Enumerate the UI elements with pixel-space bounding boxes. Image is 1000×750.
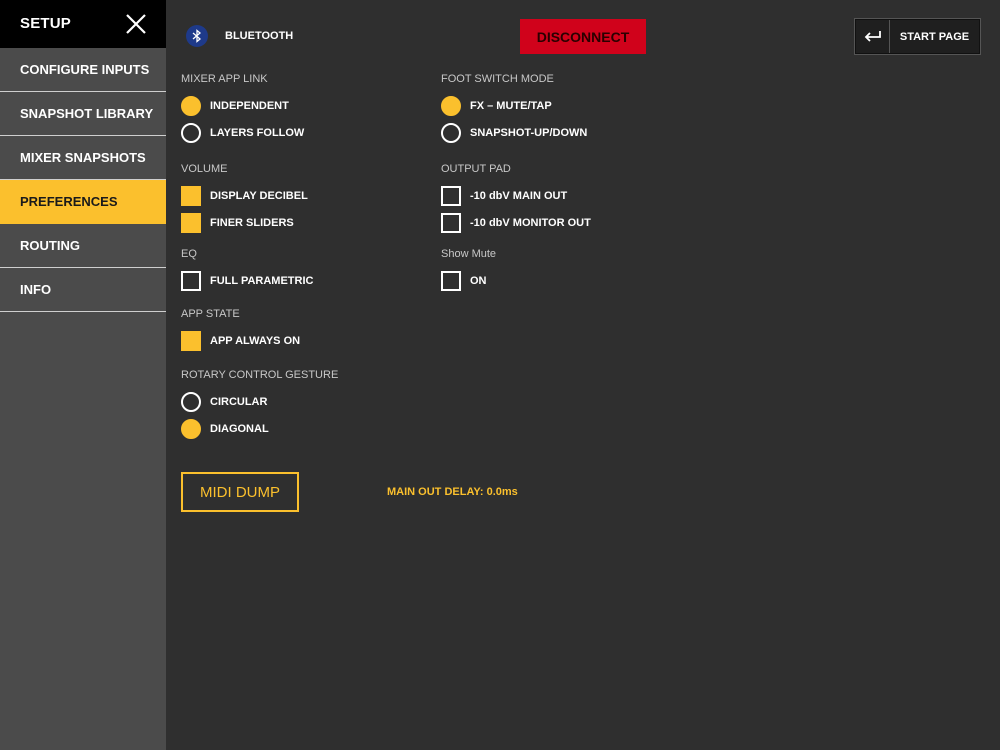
checkbox-main-out-pad[interactable]: -10 dbV MAIN OUT — [441, 186, 567, 206]
checkbox-full-parametric[interactable]: FULL PARAMETRIC — [181, 271, 313, 291]
radio-layers-follow[interactable]: LAYERS FOLLOW — [181, 123, 304, 143]
radio-fx-mute-tap[interactable]: FX – MUTE/TAP — [441, 96, 552, 116]
sidebar-item-label: INFO — [20, 282, 52, 297]
checkbox-checked — [181, 331, 201, 351]
checkbox-finer-sliders[interactable]: FINER SLIDERS — [181, 213, 294, 233]
radio-snapshot-up-down[interactable]: SNAPSHOT-UP/DOWN — [441, 123, 587, 143]
option-label: LAYERS FOLLOW — [210, 127, 305, 139]
sidebar-item-label: ROUTING — [20, 238, 80, 253]
option-label: -10 dbV MAIN OUT — [470, 190, 568, 202]
sidebar-header: SETUP — [0, 0, 166, 48]
radio-unselected — [441, 123, 461, 143]
disconnect-button[interactable]: DISCONNECT — [520, 19, 646, 54]
foot-switch-mode-heading: FOOT SWITCH MODE — [441, 73, 554, 85]
radio-unselected — [181, 123, 201, 143]
sidebar-item-info[interactable]: INFO — [0, 268, 166, 312]
checkbox-unchecked — [181, 271, 201, 291]
option-label: CIRCULAR — [210, 396, 268, 408]
sidebar-item-configure-inputs[interactable]: CONFIGURE INPUTS — [0, 48, 166, 92]
option-label: DISPLAY DECIBEL — [210, 190, 308, 202]
sidebar-item-label: CONFIGURE INPUTS — [20, 62, 150, 77]
sidebar-item-label: PREFERENCES — [20, 194, 118, 209]
main-out-delay-text[interactable]: MAIN OUT DELAY: 0.0ms — [387, 486, 518, 498]
checkbox-show-mute-on[interactable]: ON — [441, 271, 487, 291]
close-icon[interactable] — [124, 12, 148, 36]
option-label: FULL PARAMETRIC — [210, 275, 314, 287]
start-page-label: START PAGE — [899, 30, 970, 43]
radio-circular[interactable]: CIRCULAR — [181, 392, 267, 412]
sidebar-item-mixer-snapshots[interactable]: MIXER SNAPSHOTS — [0, 136, 166, 180]
checkbox-checked — [181, 213, 201, 233]
checkbox-checked — [181, 186, 201, 206]
sidebar-item-routing[interactable]: ROUTING — [0, 224, 166, 268]
mixer-app-link-heading: MIXER APP LINK — [181, 73, 268, 85]
sidebar-nav: CONFIGURE INPUTS SNAPSHOT LIBRARY MIXER … — [0, 48, 166, 312]
output-pad-heading: OUTPUT PAD — [441, 163, 511, 175]
start-page-button[interactable]: START PAGE — [854, 18, 981, 55]
radio-selected — [441, 96, 461, 116]
sidebar-item-label: MIXER SNAPSHOTS — [20, 150, 146, 165]
app-state-heading: APP STATE — [181, 308, 240, 320]
sidebar-title: SETUP — [20, 15, 72, 32]
option-label: SNAPSHOT-UP/DOWN — [470, 127, 588, 139]
option-label: ON — [470, 275, 487, 287]
checkbox-unchecked — [441, 213, 461, 233]
volume-heading: VOLUME — [181, 163, 228, 175]
radio-selected — [181, 419, 201, 439]
radio-diagonal[interactable]: DIAGONAL — [181, 419, 269, 439]
option-label: -10 dbV MONITOR OUT — [470, 217, 591, 229]
radio-independent[interactable]: INDEPENDENT — [181, 96, 289, 116]
sidebar-item-preferences[interactable]: PREFERENCES — [0, 180, 166, 224]
checkbox-app-always-on[interactable]: APP ALWAYS ON — [181, 331, 300, 351]
checkbox-display-decibel[interactable]: DISPLAY DECIBEL — [181, 186, 308, 206]
option-label: INDEPENDENT — [210, 100, 289, 112]
radio-selected — [181, 96, 201, 116]
bluetooth-icon[interactable] — [186, 25, 208, 47]
rotary-control-gesture-heading: ROTARY CONTROL GESTURE — [181, 369, 339, 381]
bluetooth-label: BLUETOOTH — [225, 30, 294, 42]
show-mute-heading: Show Mute — [441, 248, 497, 260]
option-label: FX – MUTE/TAP — [470, 100, 552, 112]
checkbox-unchecked — [441, 271, 461, 291]
sidebar-item-label: SNAPSHOT LIBRARY — [20, 106, 154, 121]
option-label: FINER SLIDERS — [210, 217, 294, 229]
radio-unselected — [181, 392, 201, 412]
checkbox-monitor-out-pad[interactable]: -10 dbV MONITOR OUT — [441, 213, 591, 233]
return-arrow-icon — [856, 20, 890, 53]
checkbox-unchecked — [441, 186, 461, 206]
sidebar-item-snapshot-library[interactable]: SNAPSHOT LIBRARY — [0, 92, 166, 136]
sidebar: SETUP CONFIGURE INPUTS SNAPSHOT LIBRARY … — [0, 0, 166, 750]
eq-heading: EQ — [181, 248, 197, 260]
option-label: DIAGONAL — [210, 423, 269, 435]
midi-dump-button[interactable]: MIDI DUMP — [181, 472, 299, 512]
option-label: APP ALWAYS ON — [210, 335, 301, 347]
